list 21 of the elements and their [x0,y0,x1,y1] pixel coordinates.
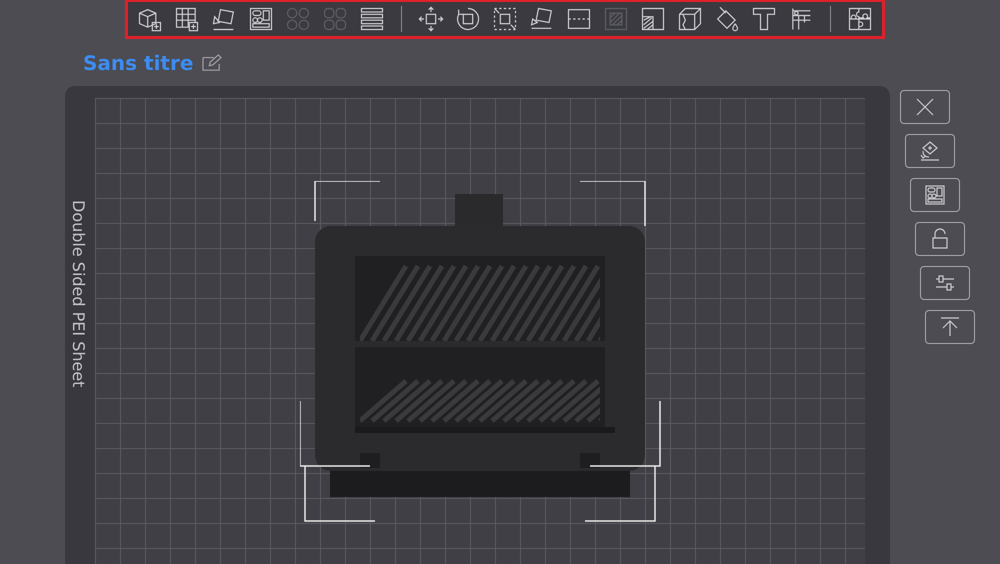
cracked-cube-icon[interactable] [676,5,704,33]
arrange-icon [923,183,947,207]
lock-button[interactable] [915,222,965,256]
diamond-arrow-icon [918,139,942,163]
project-title: Sans titre [83,51,194,75]
upload-icon [938,315,962,339]
text-icon[interactable] [750,5,778,33]
arrange-button[interactable] [910,178,960,212]
scale-icon[interactable] [491,5,519,33]
upload-button[interactable] [925,310,975,344]
arrange-icon[interactable] [247,5,275,33]
sliders-button[interactable] [920,266,970,300]
move-icon[interactable] [417,5,445,33]
seam-icon[interactable] [639,5,667,33]
orient-button[interactable] [905,134,955,168]
close-button[interactable] [900,90,950,124]
puzzle-icon[interactable] [846,5,874,33]
rotate-icon[interactable] [454,5,482,33]
grid-plus-icon[interactable] [173,5,201,33]
edit-icon[interactable] [201,54,224,72]
stacked-bars-icon[interactable] [358,5,386,33]
